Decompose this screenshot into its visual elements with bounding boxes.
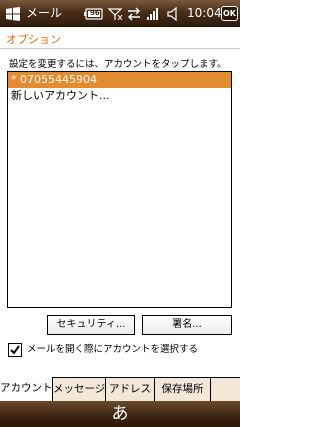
tab-messages[interactable]: メッセージ <box>53 377 106 401</box>
sync-arrows-icon[interactable] <box>126 6 142 22</box>
signature-button[interactable]: 署名... <box>142 315 232 335</box>
signal-bars-icon[interactable] <box>146 6 160 22</box>
app-title[interactable]: メール <box>26 6 62 21</box>
input-method-button[interactable]: あ <box>105 402 135 426</box>
page-title: オプション <box>6 33 61 46</box>
tab-strip: アカウント メッセージ アドレス 保存場所 <box>0 377 240 401</box>
clock[interactable]: 10:04 <box>187 6 222 21</box>
tab-account[interactable]: アカウント <box>0 377 53 401</box>
instruction-text: 設定を変更するには、アカウントをタップします。 <box>9 59 227 70</box>
battery-level: 96 <box>90 9 100 17</box>
checkmark-icon <box>10 345 20 355</box>
windows-start-icon[interactable] <box>5 6 21 22</box>
account-item-phone[interactable]: * 07055445904 <box>8 72 231 88</box>
account-item-new[interactable]: 新しいアカウント... <box>8 88 231 104</box>
ok-button[interactable]: OK <box>221 6 238 21</box>
title-divider <box>0 48 240 49</box>
tab-address[interactable]: アドレス <box>106 377 155 401</box>
security-button[interactable]: セキュリティ... <box>47 315 135 335</box>
account-list[interactable]: * 07055445904 新しいアカウント... <box>7 71 232 308</box>
signal-icon[interactable] <box>107 6 123 22</box>
tab-storage[interactable]: 保存場所 <box>155 377 211 401</box>
title-bar: メール 96 10:04 OK <box>0 0 240 27</box>
select-account-label[interactable]: メールを開く際にアカウントを選択する <box>27 344 198 356</box>
volume-icon[interactable] <box>166 6 180 22</box>
softkey-bar: あ <box>0 401 240 427</box>
select-account-checkbox[interactable] <box>8 343 22 357</box>
